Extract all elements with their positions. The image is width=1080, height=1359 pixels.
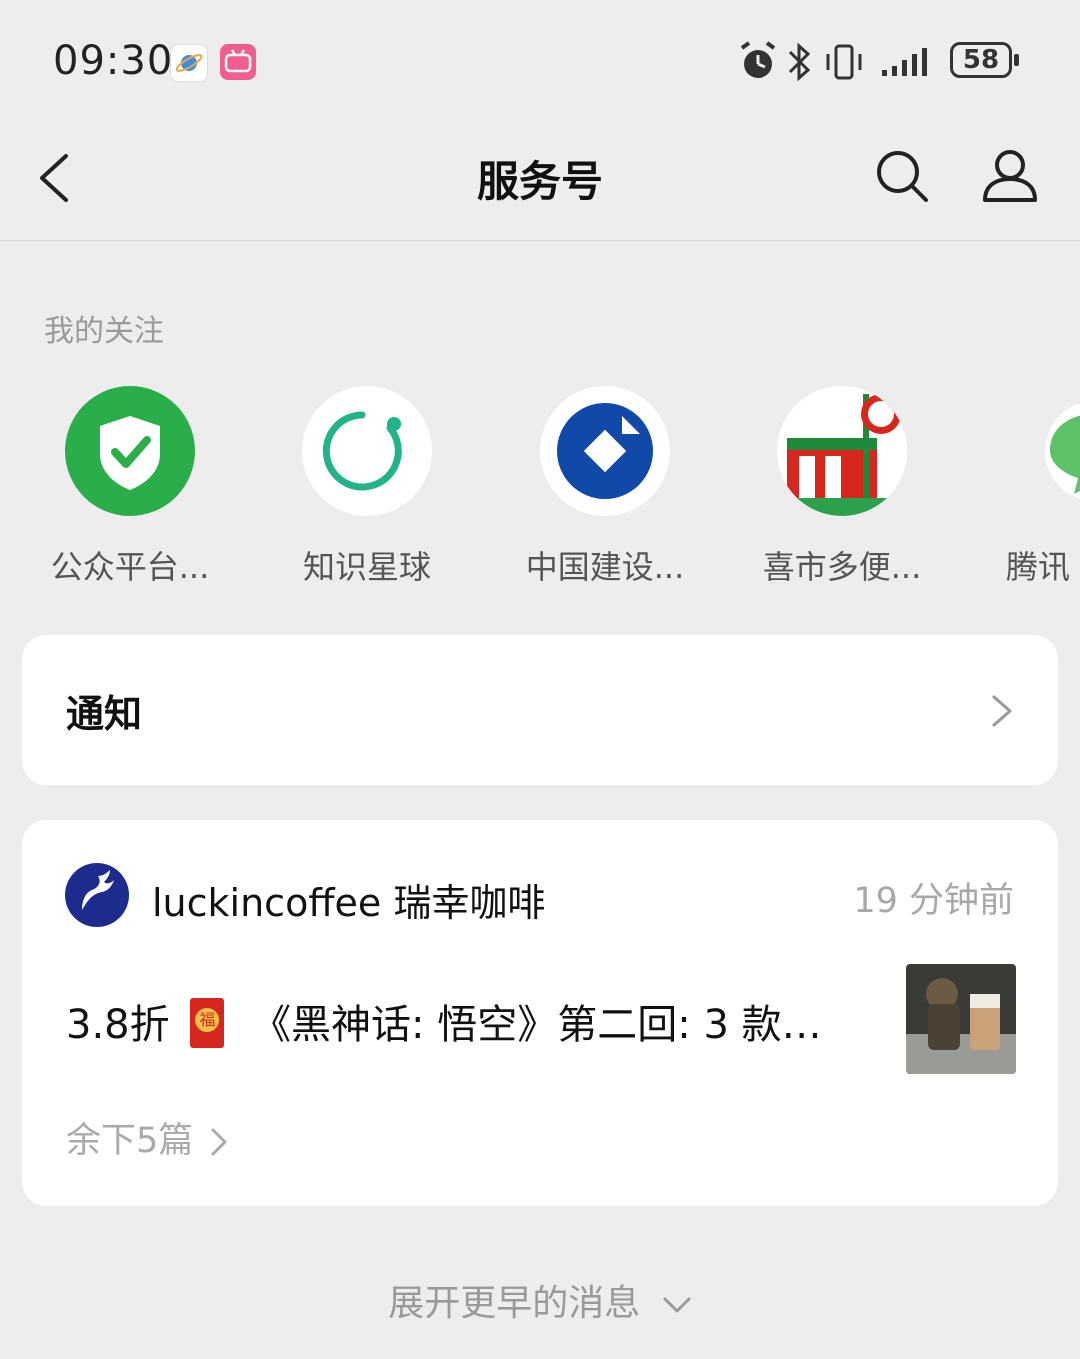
bluetooth-icon — [788, 42, 811, 82]
following-item-xishiduo[interactable]: 喜市多便... — [752, 386, 932, 588]
following-item-ccb[interactable]: 中国建设... — [515, 386, 695, 588]
search-icon[interactable] — [874, 148, 930, 204]
ccb-logo-icon — [540, 386, 670, 516]
profile-icon[interactable] — [980, 148, 1040, 204]
chevron-right-icon — [211, 1128, 227, 1156]
status-bar: 09:30 58 — [0, 0, 1080, 120]
chevron-down-icon — [663, 1297, 691, 1313]
chevron-right-icon — [992, 695, 1012, 727]
signal-icon — [882, 48, 927, 76]
shield-check-icon — [65, 386, 195, 516]
planet-app-icon — [170, 44, 208, 82]
vibrate-icon — [826, 44, 862, 80]
following-item-label: 中国建设... — [525, 548, 685, 586]
following-item-label: 知识星球 — [302, 548, 431, 586]
battery-level: 58 — [950, 42, 1012, 78]
more-articles-link[interactable]: 余下5篇 — [66, 1112, 228, 1163]
following-item-label: 喜市多便... — [762, 548, 922, 586]
sender-name: luckincoffee 瑞幸咖啡 — [152, 881, 546, 925]
article-thumbnail[interactable] — [906, 964, 1016, 1074]
nav-bar: 服务号 — [0, 120, 1080, 241]
article-discount: 3.8折 — [66, 1002, 170, 1048]
notice-card[interactable]: 通知 — [22, 635, 1058, 785]
message-card[interactable]: luckincoffee 瑞幸咖啡 19 分钟前 3.8折 福 《黑神话: 悟空… — [22, 820, 1058, 1206]
store-logo-icon — [777, 386, 907, 516]
hongbao-char: 福 — [195, 1008, 220, 1032]
chat-bubble-icon — [1030, 386, 1080, 516]
article-title[interactable]: 3.8折 福 《黑神话: 悟空》第二回: 3 款… — [66, 992, 876, 1052]
red-envelope-icon: 福 — [190, 998, 225, 1048]
following-item-zsxq[interactable]: 知识星球 — [277, 386, 457, 588]
battery-icon: 58 — [950, 40, 1022, 84]
following-item-official-platform[interactable]: 公众平台... — [40, 386, 220, 588]
planet-ring-icon — [302, 386, 432, 516]
article-title-text: 《黑神话: 悟空》第二回: 3 款… — [251, 1002, 822, 1048]
expand-earlier-button[interactable]: 展开更早的消息 — [0, 1274, 1080, 1326]
following-section-title: 我的关注 — [44, 314, 164, 349]
expand-label: 展开更早的消息 — [388, 1283, 641, 1324]
notice-label: 通知 — [66, 692, 143, 736]
more-articles-label: 余下5篇 — [66, 1121, 194, 1161]
following-item-label: 公众平台... — [50, 548, 210, 586]
status-time: 09:30 — [53, 38, 174, 84]
bilibili-icon — [220, 44, 256, 80]
alarm-icon — [740, 41, 776, 78]
following-item-label: 腾讯 — [1006, 548, 1071, 586]
following-item-tencent[interactable]: 腾讯 — [990, 386, 1080, 588]
message-time: 19 分钟前 — [853, 881, 1014, 921]
luckin-deer-logo-icon — [65, 863, 129, 927]
